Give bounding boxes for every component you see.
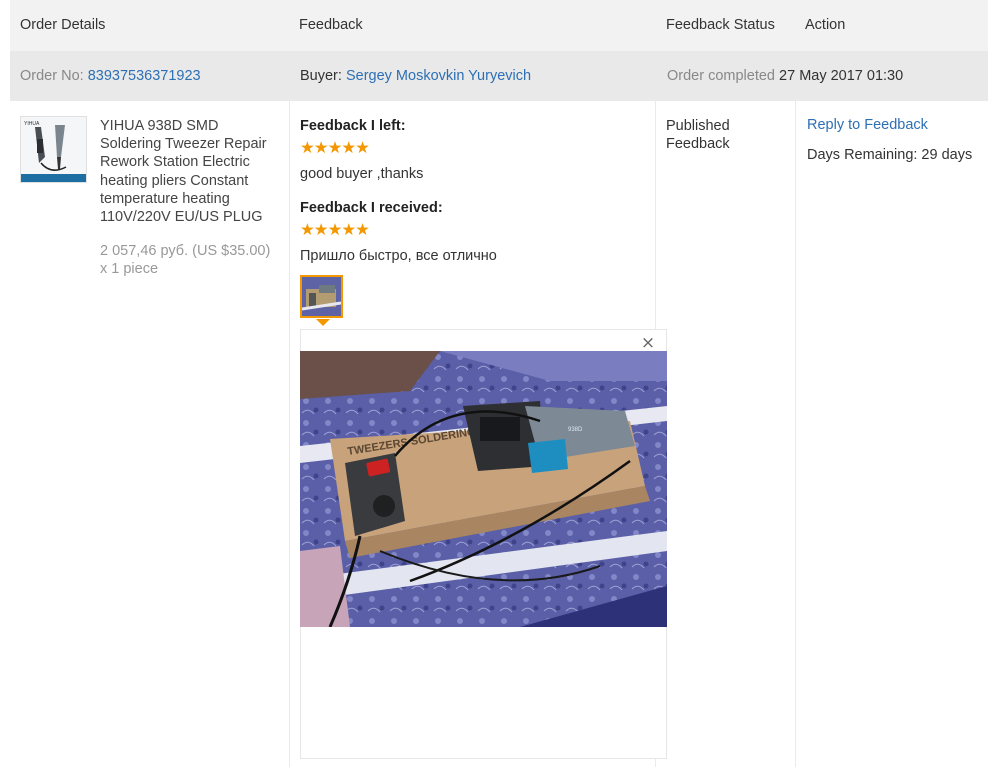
- header-feedback: Feedback: [299, 17, 363, 33]
- order-info-row: Order No: 83937536371923 Buyer: Sergey M…: [10, 51, 988, 101]
- feedback-photo-image: TWEEZERS SOLDERING IRON 938D: [300, 351, 667, 627]
- feedback-received-label: Feedback I received:: [300, 200, 443, 216]
- feedback-photo-thumbnail-image: [302, 277, 341, 316]
- photo-device-text: 938D: [568, 427, 583, 433]
- feedback-status-text: Published Feedback: [666, 117, 746, 153]
- order-status-label: Order completed: [667, 68, 775, 84]
- feedback-received-text: Пришло быстро, все отлично: [300, 248, 497, 264]
- days-remaining: Days Remaining: 29 days: [807, 147, 973, 163]
- thumbnail-brand-text: YIHUA: [24, 121, 40, 127]
- reply-to-feedback-link[interactable]: Reply to Feedback: [807, 117, 928, 133]
- popup-caret: [316, 319, 330, 326]
- feedback-photo: TWEEZERS SOLDERING IRON 938D: [300, 351, 667, 627]
- product-title[interactable]: YIHUA 938D SMD Soldering Tweezer Repair …: [100, 117, 280, 226]
- order-number-label: Order No:: [20, 68, 84, 84]
- feedback-status-value: Published Feedback: [666, 118, 730, 152]
- header-order-details: Order Details: [20, 17, 106, 33]
- header-feedback-status: Feedback Status: [666, 17, 775, 33]
- order-number: Order No: 83937536371923: [20, 68, 201, 84]
- feedback-left-label: Feedback I left:: [300, 118, 406, 134]
- feedback-photo-thumbnail[interactable]: [300, 275, 343, 318]
- feedback-left-text: good buyer ,thanks: [300, 166, 424, 182]
- feedback-received-stars: ★★★★★: [300, 221, 370, 239]
- feedback-left-stars: ★★★★★: [300, 139, 370, 157]
- buyer-label: Buyer:: [300, 68, 342, 84]
- product-price: 2 057,46 руб. (US $35.00) x 1 piece: [100, 243, 271, 278]
- column-divider: [289, 101, 290, 767]
- buyer-name-link[interactable]: Sergey Moskovkin Yuryevich: [346, 68, 531, 84]
- column-divider: [795, 101, 796, 767]
- product-thumbnail-image: YIHUA: [21, 117, 86, 182]
- table-header: Order Details Feedback Feedback Status A…: [10, 0, 988, 51]
- buyer: Buyer: Sergey Moskovkin Yuryevich: [300, 68, 531, 84]
- order-status: Order completed 27 May 2017 01:30: [667, 68, 903, 84]
- order-number-link[interactable]: 83937536371923: [88, 68, 201, 84]
- close-icon[interactable]: ×: [640, 335, 656, 352]
- header-action: Action: [805, 17, 846, 33]
- order-completed-date: 27 May 2017 01:30: [779, 68, 904, 84]
- product-thumbnail[interactable]: YIHUA: [20, 116, 87, 183]
